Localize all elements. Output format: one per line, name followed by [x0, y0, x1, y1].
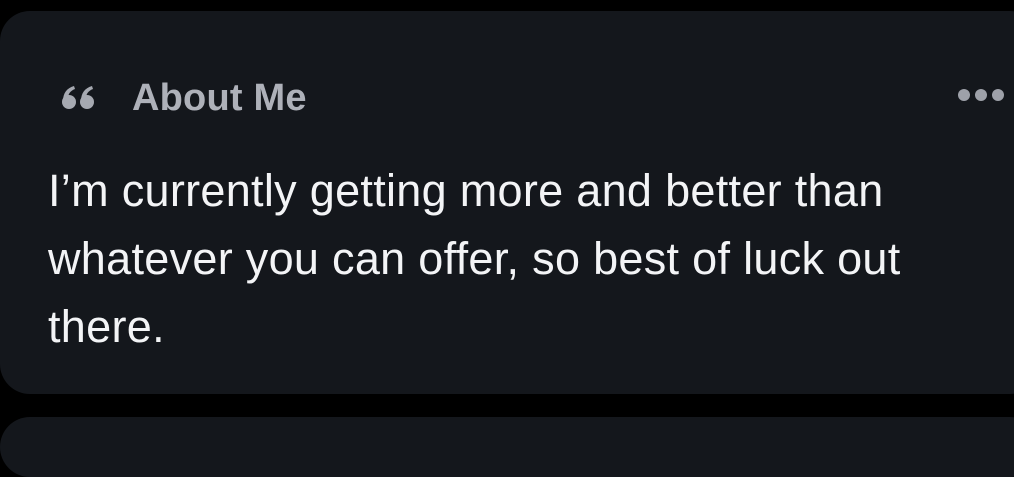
more-dot [992, 89, 1004, 101]
quote-icon [60, 83, 98, 113]
about-me-title: About Me [132, 76, 307, 119]
more-dot [975, 89, 987, 101]
card-header: About Me [60, 73, 307, 123]
about-me-text: I’m currently getting more and better th… [48, 165, 901, 352]
about-me-card: About Me I’m currently getting more and … [0, 11, 1014, 394]
next-card [0, 417, 1014, 477]
more-options-icon[interactable] [958, 83, 1014, 107]
more-dot [958, 89, 970, 101]
